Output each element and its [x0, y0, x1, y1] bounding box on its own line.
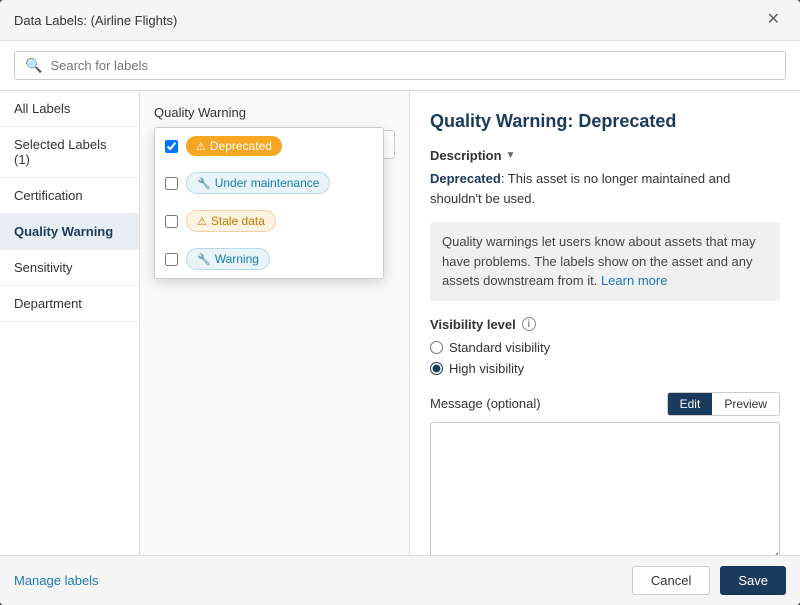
- search-input[interactable]: [50, 58, 775, 73]
- badge-deprecated: ⚠ Deprecated: [186, 136, 282, 156]
- search-input-wrap: 🔍: [14, 51, 786, 80]
- detail-panel: Quality Warning: Deprecated Description …: [410, 91, 800, 555]
- dropdown-item-warning[interactable]: 🔧 Warning: [155, 240, 383, 278]
- radio-standard-input[interactable]: [430, 341, 443, 354]
- learn-more-link[interactable]: Learn more: [601, 273, 667, 288]
- badge-warning: 🔧 Warning: [186, 248, 270, 270]
- tab-group: Edit Preview: [667, 392, 780, 416]
- data-labels-dialog: Data Labels: (Airline Flights) ✕ 🔍 All L…: [0, 0, 800, 605]
- radio-standard-label: Standard visibility: [449, 340, 550, 355]
- footer-buttons: Cancel Save: [632, 566, 786, 595]
- checkbox-warning[interactable]: [165, 253, 178, 266]
- visibility-label: Visibility level i: [430, 317, 780, 332]
- description-header: Description ▼: [430, 148, 780, 163]
- info-box: Quality warnings let users know about as…: [430, 222, 780, 301]
- warning-badge-icon: 🔧: [197, 253, 211, 266]
- radio-high-input[interactable]: [430, 362, 443, 375]
- tab-edit[interactable]: Edit: [668, 393, 713, 415]
- radio-high[interactable]: High visibility: [430, 361, 780, 376]
- description-bold: Deprecated: [430, 171, 501, 186]
- dialog-footer: Manage labels Cancel Save: [0, 555, 800, 605]
- sidebar-item-sensitivity[interactable]: Sensitivity: [0, 250, 139, 286]
- dialog-titlebar: Data Labels: (Airline Flights) ✕: [0, 0, 800, 41]
- warning-icon: ⚠: [196, 140, 206, 153]
- search-icon: 🔍: [25, 57, 42, 74]
- sidebar-item-selected-labels[interactable]: Selected Labels (1): [0, 127, 139, 178]
- search-bar: 🔍: [0, 41, 800, 91]
- manage-labels-link[interactable]: Manage labels: [14, 573, 99, 588]
- message-textarea[interactable]: [430, 422, 780, 556]
- sidebar-item-certification[interactable]: Certification: [0, 178, 139, 214]
- description-text: Deprecated: This asset is no longer main…: [430, 169, 780, 208]
- cancel-button[interactable]: Cancel: [632, 566, 710, 595]
- labels-panel: Quality Warning ▼ ⚠ Deprecate: [140, 91, 410, 555]
- description-header-label: Description: [430, 148, 502, 163]
- maintenance-icon: 🔧: [197, 177, 211, 190]
- close-button[interactable]: ✕: [761, 10, 786, 30]
- panel-section-title: Quality Warning: [154, 105, 395, 120]
- message-label: Message (optional): [430, 396, 541, 411]
- visibility-section: Visibility level i Standard visibility H…: [430, 317, 780, 376]
- dialog-title: Data Labels: (Airline Flights): [14, 13, 177, 28]
- sidebar-item-all-labels[interactable]: All Labels: [0, 91, 139, 127]
- dropdown-popup: ⚠ Deprecated 🔧 Under maintenance: [154, 127, 384, 279]
- chevron-icon: ▼: [506, 150, 516, 161]
- detail-title: Quality Warning: Deprecated: [430, 111, 780, 132]
- save-button[interactable]: Save: [720, 566, 786, 595]
- sidebar-item-department[interactable]: Department: [0, 286, 139, 322]
- tab-preview[interactable]: Preview: [712, 393, 779, 415]
- description-section: Description ▼ Deprecated: This asset is …: [430, 148, 780, 208]
- stale-icon: ⚠: [197, 215, 207, 228]
- dropdown-item-stale-data[interactable]: ⚠ Stale data: [155, 202, 383, 240]
- radio-high-label: High visibility: [449, 361, 524, 376]
- badge-stale: ⚠ Stale data: [186, 210, 276, 232]
- message-section: Message (optional) Edit Preview: [430, 392, 780, 556]
- checkbox-under-maintenance[interactable]: [165, 177, 178, 190]
- radio-standard[interactable]: Standard visibility: [430, 340, 780, 355]
- sidebar-item-quality-warning[interactable]: Quality Warning: [0, 214, 139, 250]
- dropdown-item-deprecated[interactable]: ⚠ Deprecated: [155, 128, 383, 164]
- dropdown-item-under-maintenance[interactable]: 🔧 Under maintenance: [155, 164, 383, 202]
- visibility-label-text: Visibility level: [430, 317, 516, 332]
- badge-maintenance: 🔧 Under maintenance: [186, 172, 330, 194]
- dialog-body: All Labels Selected Labels (1) Certifica…: [0, 91, 800, 555]
- info-icon[interactable]: i: [522, 317, 536, 331]
- sidebar: All Labels Selected Labels (1) Certifica…: [0, 91, 140, 555]
- main-content: Quality Warning ▼ ⚠ Deprecate: [140, 91, 800, 555]
- info-text: Quality warnings let users know about as…: [442, 234, 756, 288]
- checkbox-stale-data[interactable]: [165, 215, 178, 228]
- message-header: Message (optional) Edit Preview: [430, 392, 780, 416]
- checkbox-deprecated[interactable]: [165, 140, 178, 153]
